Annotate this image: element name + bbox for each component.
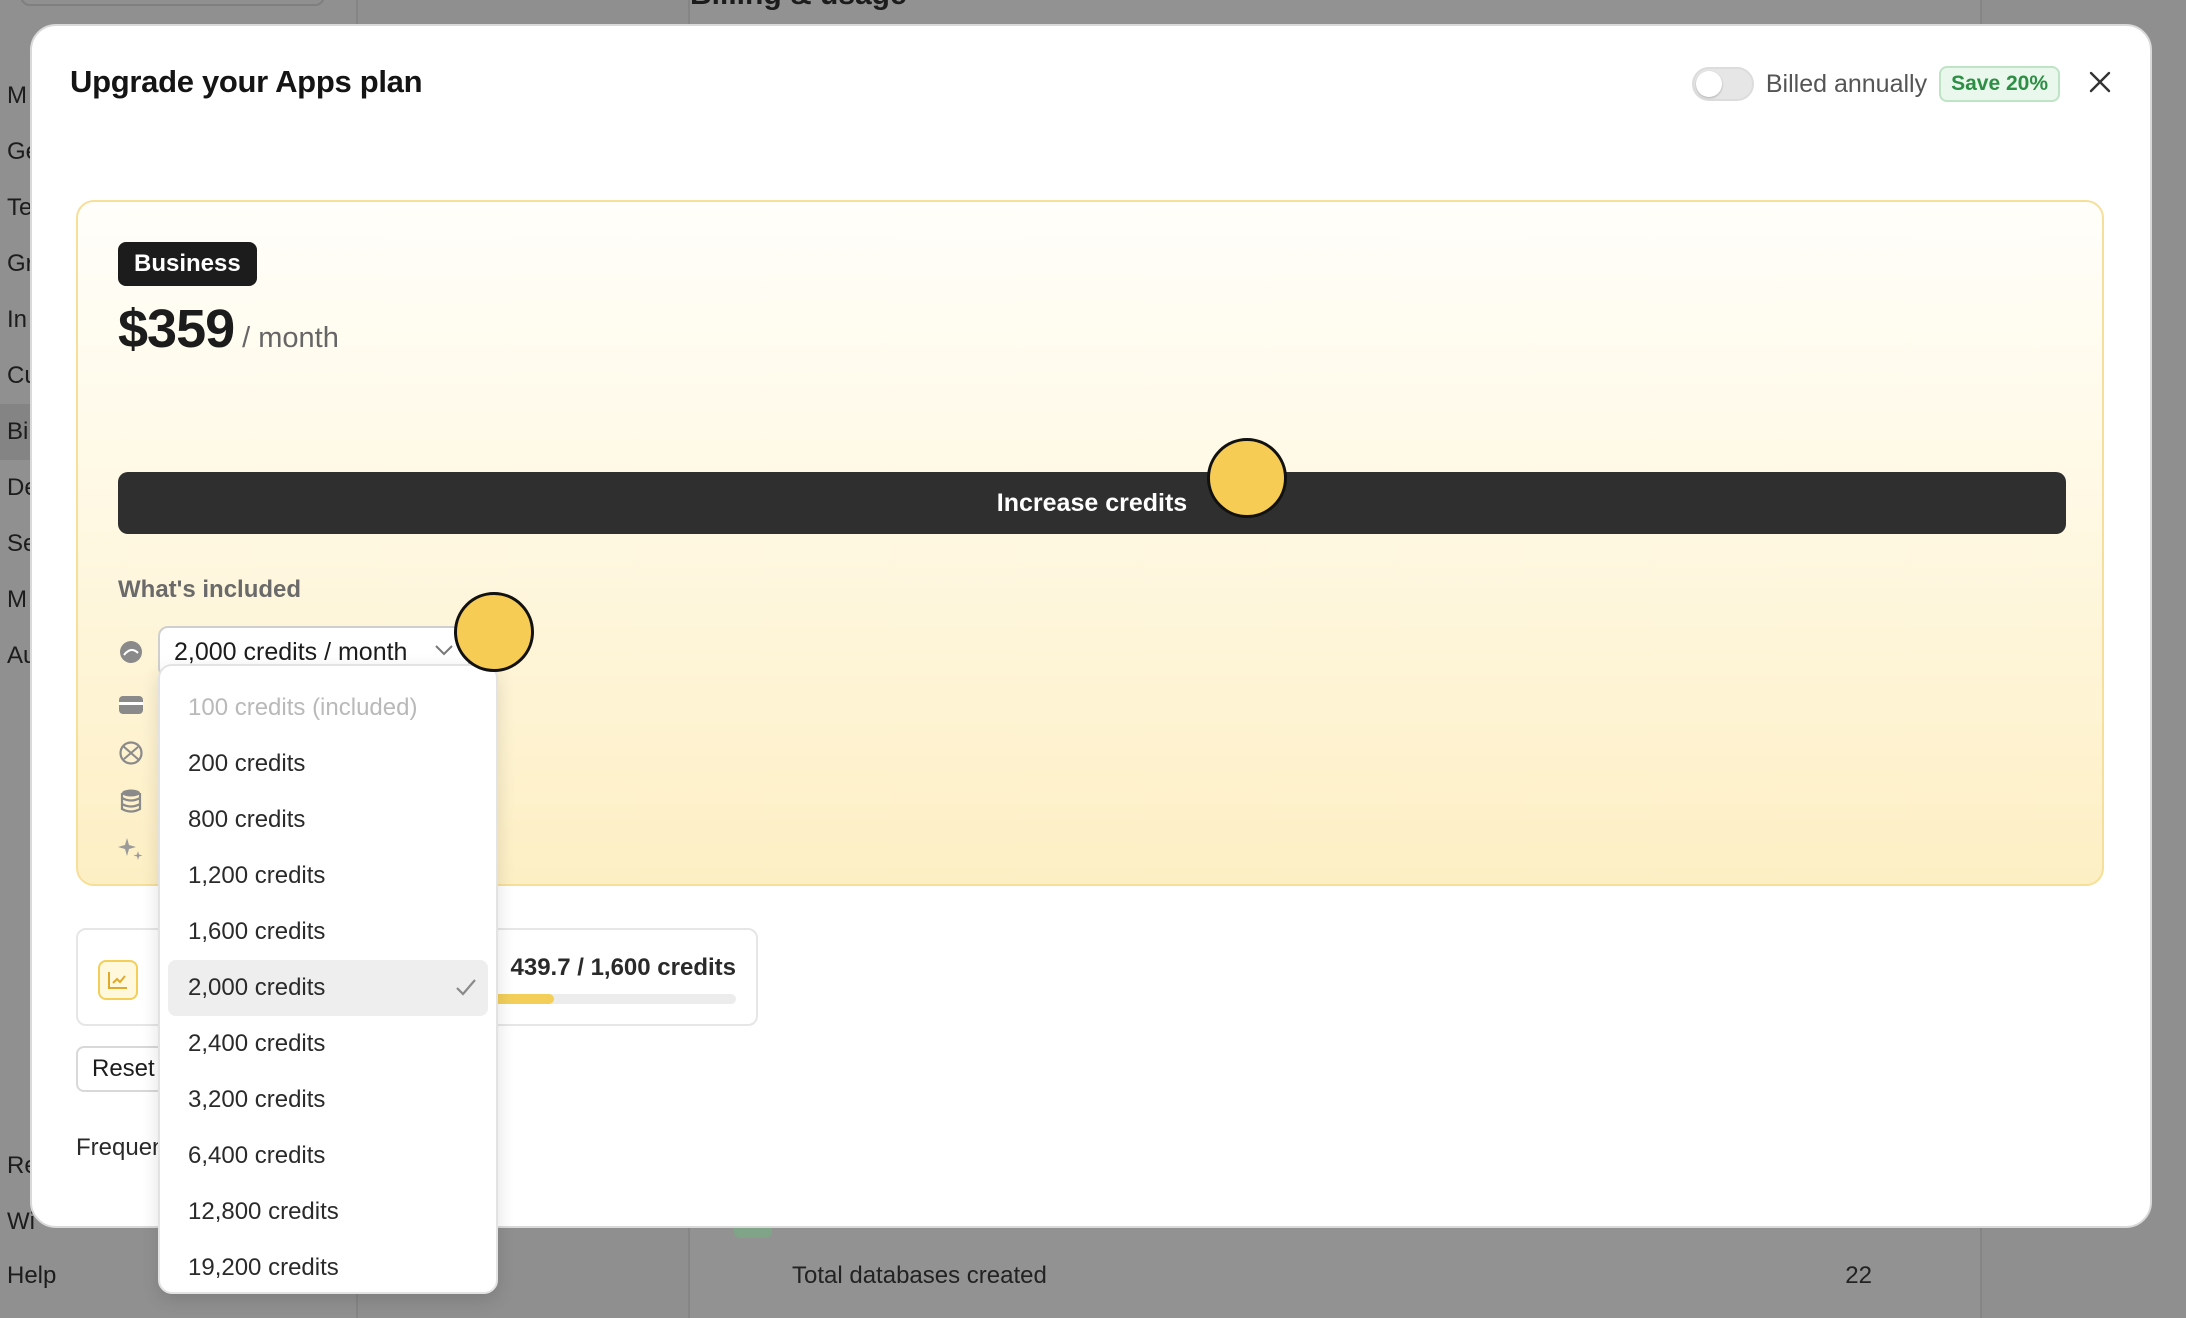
stats-value: 22 [1845, 1262, 1872, 1289]
dropdown-option[interactable]: 200 credits [168, 736, 488, 792]
dropdown-option[interactable]: 3,200 credits [168, 1072, 488, 1128]
option-label: 200 credits [188, 750, 306, 777]
close-icon [2089, 71, 2111, 93]
option-label: 2,400 credits [188, 1030, 326, 1057]
database-icon [118, 788, 144, 814]
card-icon [118, 692, 144, 718]
sparkles-icon [118, 836, 144, 862]
option-label: 3,200 credits [188, 1086, 326, 1113]
option-label: 1,200 credits [188, 862, 326, 889]
reset-button[interactable]: Reset [76, 1046, 171, 1092]
increase-credits-button[interactable]: Increase credits [118, 472, 2066, 534]
faq-heading: Frequen [76, 1134, 166, 1161]
sidebar-item[interactable]: M [7, 586, 27, 614]
billed-annually-toggle[interactable] [1691, 67, 1754, 101]
usage-text: 439.7 / 1,600 credits [510, 954, 737, 981]
whats-included-label: What's included [118, 576, 302, 603]
chart-icon [98, 960, 138, 1000]
click-marker [1207, 438, 1287, 518]
toggle-knob [1695, 71, 1722, 97]
modal-title: Upgrade your Apps plan [70, 64, 423, 99]
option-label: 100 credits (included) [188, 694, 418, 721]
dropdown-option-selected[interactable]: 2,000 credits [168, 960, 488, 1016]
credits-dropdown-menu: 100 credits (included) 200 credits 800 c… [158, 664, 498, 1294]
option-label: 1,600 credits [188, 918, 326, 945]
chevron-down-icon [435, 645, 453, 656]
option-label: 6,400 credits [188, 1142, 326, 1169]
option-label: 19,200 credits [188, 1254, 339, 1281]
check-icon [456, 979, 476, 996]
page-title: Billing & usage [690, 0, 907, 12]
plan-name-badge: Business [118, 242, 257, 286]
dropdown-option[interactable]: 12,800 credits [168, 1184, 488, 1240]
billing-controls: Billed annually Save 20% [1691, 66, 2060, 102]
dropdown-option[interactable]: 2,400 credits [168, 1016, 488, 1072]
option-label: 800 credits [188, 806, 306, 833]
dropdown-option[interactable]: 1,600 credits [168, 904, 488, 960]
credits-icon [118, 639, 144, 665]
option-label: 2,000 credits [188, 974, 326, 1001]
sidebar-workspace-switcher[interactable] [20, 0, 325, 6]
stats-label: Total databases created [792, 1262, 1047, 1289]
credits-select-value: 2,000 credits / month [174, 637, 408, 666]
click-marker [454, 592, 534, 672]
sidebar-item-help[interactable]: Help [7, 1262, 56, 1290]
sidebar-item[interactable]: In [7, 306, 27, 334]
reset-label: Reset [92, 1055, 155, 1082]
sidebar-item[interactable]: M [7, 82, 27, 110]
plan-price: $359 / month [118, 298, 339, 360]
sidebar-item[interactable]: Wi [7, 1208, 35, 1236]
close-button[interactable] [2080, 62, 2120, 102]
dropdown-option[interactable]: 19,200 credits [168, 1240, 488, 1296]
dropdown-option: 100 credits (included) [168, 680, 488, 736]
billed-annually-label: Billed annually [1765, 69, 1928, 98]
price-period: / month [242, 322, 339, 354]
dropdown-option[interactable]: 1,200 credits [168, 848, 488, 904]
dropdown-option[interactable]: 6,400 credits [168, 1128, 488, 1184]
price-amount: $359 [118, 299, 235, 359]
sidebar-item[interactable]: Te [7, 194, 32, 222]
option-label: 12,800 credits [188, 1198, 339, 1225]
globe-icon [118, 740, 144, 766]
usage-progress-bar [486, 994, 736, 1004]
dropdown-option[interactable]: 800 credits [168, 792, 488, 848]
stats-row: Total databases created 22 [792, 1262, 1872, 1290]
save-badge: Save 20% [1939, 66, 2060, 102]
